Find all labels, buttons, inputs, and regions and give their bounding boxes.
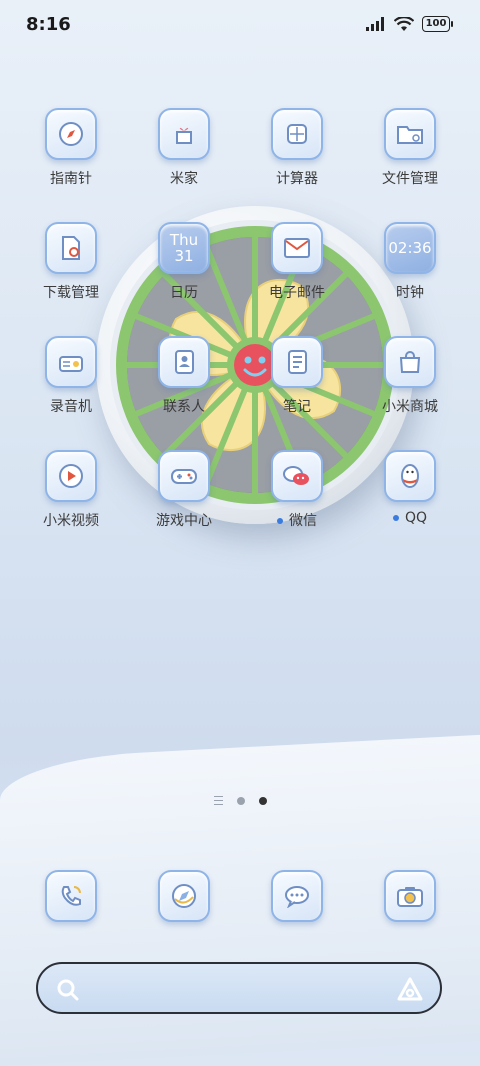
app-label: 录音机 [50,399,92,415]
search-bar[interactable] [36,962,442,1014]
ai-assistant-icon[interactable] [396,976,424,1002]
gamepad-icon [158,450,210,502]
dock-phone[interactable] [16,870,126,922]
status-bar: 8:16 100 [0,0,480,50]
browser-icon [158,870,210,922]
calendar-weekday: Thu [169,231,199,249]
status-icons: 100 [366,16,453,32]
page-dot-2-active[interactable] [258,796,267,805]
app-download-manager[interactable]: 下载管理 [16,222,126,302]
app-label: 文件管理 [382,171,438,187]
wechat-icon [271,450,323,502]
app-label: 日历 [170,285,198,301]
dock-messages[interactable] [242,870,352,922]
app-label: 时钟 [396,285,424,301]
clock-time: 02:36 [388,239,432,257]
app-label: 小米商城 [382,399,438,415]
app-label: 指南针 [50,171,92,187]
wifi-icon [394,16,414,31]
search-icon [57,979,79,1001]
page-indicator[interactable] [0,796,480,805]
compass-icon [45,108,97,160]
app-wechat[interactable]: 微信 [242,450,352,530]
app-label: 米家 [170,171,198,187]
penguin-icon [384,450,436,502]
new-badge [392,515,399,521]
app-email[interactable]: 电子邮件 [242,222,352,302]
calendar-icon: Thu 31 [158,222,210,274]
app-label: 联系人 [163,399,205,415]
app-calculator[interactable]: 计算器 [242,108,352,188]
app-game-center[interactable]: 游戏中心 [129,450,239,530]
calendar-day: 31 [174,247,194,265]
battery-icon: 100 [422,16,453,32]
app-mi-video[interactable]: 小米视频 [16,450,126,530]
app-label: 计算器 [276,171,318,187]
shopping-bag-icon [384,336,436,388]
status-time: 8:16 [26,14,71,35]
app-contacts[interactable]: 联系人 [129,336,239,416]
dock-browser[interactable] [129,870,239,922]
app-drawer-indicator[interactable] [213,796,223,805]
app-recorder[interactable]: 录音机 [16,336,126,416]
calculator-icon [271,108,323,160]
app-label: 微信 [289,513,317,529]
app-compass[interactable]: 指南针 [16,108,126,188]
dock-camera[interactable] [355,870,465,922]
app-mijia[interactable]: 米家 [129,108,239,188]
camera-icon [384,870,436,922]
signal-icon [366,17,384,31]
app-clock[interactable]: 02:36 时钟 [355,222,465,302]
contacts-icon [158,336,210,388]
app-label: 电子邮件 [269,285,325,301]
play-icon [45,450,97,502]
mail-icon [271,222,323,274]
page-dot-1[interactable] [236,796,245,805]
app-file-manager[interactable]: 文件管理 [355,108,465,188]
messages-icon [271,870,323,922]
app-label-row: 微信 [242,510,352,530]
app-label: 小米视频 [43,513,99,529]
app-label-row: QQ [355,510,465,526]
app-calendar[interactable]: Thu 31 日历 [129,222,239,302]
app-label: 游戏中心 [156,513,212,529]
app-qq[interactable]: QQ [355,450,465,526]
app-notes[interactable]: 笔记 [242,336,352,416]
app-label: QQ [404,510,428,526]
app-label: 下载管理 [43,285,99,301]
clock-icon: 02:36 [384,222,436,274]
app-mi-store[interactable]: 小米商城 [355,336,465,416]
app-label: 笔记 [283,399,311,415]
radio-icon [45,336,97,388]
new-badge [277,518,283,524]
phone-icon [45,870,97,922]
folder-icon [384,108,436,160]
gift-box-icon [158,108,210,160]
download-file-icon [45,222,97,274]
notes-icon [271,336,323,388]
